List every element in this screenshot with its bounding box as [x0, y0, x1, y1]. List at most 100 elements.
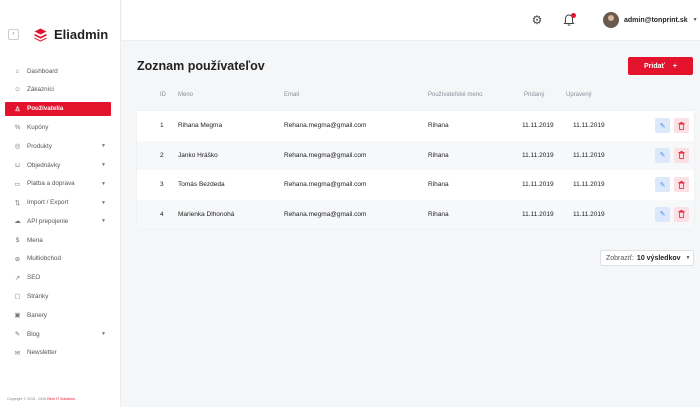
- dashboard-icon: ⌂: [15, 67, 20, 75]
- globe-icon: ⊕: [14, 255, 21, 263]
- cell-username: Rihana: [428, 181, 449, 188]
- sidebar-item-mail[interactable]: ✉ Newsletter: [0, 346, 121, 360]
- card-icon: ▭: [14, 180, 21, 188]
- cell-email: Rehana.megma@gmail.com: [284, 151, 367, 159]
- cell-id: 3: [160, 181, 164, 188]
- import-export-icon: ⇅: [14, 199, 21, 207]
- chevron-down-icon: ▼: [101, 162, 106, 168]
- pager-value: 10 výsledkov: [636, 254, 681, 262]
- column-upraveny[interactable]: Upravený: [566, 92, 592, 98]
- user-menu[interactable]: admin@tonprint.sk ▼: [603, 12, 698, 28]
- sidebar-collapse-button[interactable]: ‹: [8, 28, 19, 40]
- image-icon: ▣: [14, 312, 21, 320]
- bell-icon[interactable]: [562, 13, 576, 27]
- sidebar-item-globe[interactable]: ⊕ Multiobchod: [0, 252, 121, 266]
- chevron-down-icon: ▼: [685, 255, 691, 261]
- avatar: [603, 12, 619, 28]
- page-icon: ▢: [14, 293, 21, 301]
- table-header: ID Meno Email Používateľské meno Pridaný…: [137, 88, 694, 104]
- sidebar-item-label: Zákazníci: [27, 86, 54, 94]
- trash-icon[interactable]: [674, 118, 689, 133]
- copyright: Copyright © 2018 - 2026 Elixir IT Soluti…: [7, 397, 75, 401]
- sidebar-item-label: Mena: [27, 236, 43, 244]
- sidebar-item-label: Blog: [27, 330, 40, 338]
- sidebar-item-label: Používatelia: [27, 105, 64, 113]
- sidebar-item-box[interactable]: ◎ Produkty ▼: [0, 139, 121, 153]
- column-id[interactable]: ID: [160, 92, 166, 98]
- cell-added: 11.11.2019: [522, 122, 554, 129]
- sidebar-item-label: Platba a doprava: [27, 180, 75, 188]
- trash-icon[interactable]: [674, 177, 689, 192]
- add-user-button[interactable]: Pridať +: [628, 57, 693, 75]
- sidebar-item-image[interactable]: ▣ Banery: [0, 308, 121, 322]
- table-row[interactable]: 1 Rihana Megma Rehana.megma@gmail.com Rihan…: [137, 111, 694, 140]
- topbar: ⚙ admin@tonprint.sk ▼: [122, 0, 700, 41]
- cart-icon: ⊔: [14, 162, 21, 169]
- table-row[interactable]: 2 Janko Hráško Rehana.megma@gmail.com Rihan…: [137, 140, 694, 170]
- pencil-icon[interactable]: ✎: [655, 177, 670, 192]
- sidebar-item-dashboard[interactable]: ⌂ Dashboard: [0, 64, 121, 78]
- brand-name: Eliadmin: [54, 26, 109, 42]
- cell-updated: 11.11.2019: [573, 210, 605, 218]
- cell-username: Rihana: [428, 151, 449, 159]
- trash-icon[interactable]: [674, 206, 689, 222]
- notification-badge: [571, 13, 576, 18]
- trash-icon[interactable]: [674, 147, 689, 163]
- sidebar-item-trend[interactable]: ↗ SEO: [0, 271, 121, 285]
- cell-added: 11.11.2019: [522, 210, 554, 218]
- copyright-text: Copyright © 2018 - 2026: [7, 397, 48, 401]
- cell-name: Tomás Bezdeda: [178, 181, 225, 188]
- column-meno[interactable]: Meno: [178, 92, 193, 98]
- pencil-icon[interactable]: ✎: [655, 206, 670, 222]
- cell-updated: 11.11.2019: [573, 181, 605, 188]
- plus-icon: +: [672, 62, 677, 70]
- sidebar-item-label: Produkty: [27, 142, 52, 150]
- sidebar-item-card[interactable]: ▭ Platba a doprava ▼: [0, 177, 121, 191]
- sidebar-item-page[interactable]: ▢ Stránky: [0, 289, 121, 303]
- chevron-down-icon: ▼: [692, 17, 698, 23]
- page-size-select[interactable]: Zobraziť: 10 výsledkov ▼: [600, 250, 694, 266]
- copyright-link[interactable]: Elixir IT Solutions: [47, 397, 75, 401]
- cell-username: Rihana: [428, 210, 449, 218]
- sidebar-item-label: Banery: [27, 311, 47, 319]
- brand-logo-icon: [34, 28, 47, 42]
- column-email[interactable]: Email: [284, 92, 299, 98]
- chevron-down-icon: ▼: [101, 199, 106, 206]
- column-pridany[interactable]: Pridaný: [524, 92, 544, 98]
- chevron-left-icon: ‹: [12, 31, 15, 37]
- cell-added: 11.11.2019: [522, 151, 554, 159]
- pencil-icon[interactable]: ✎: [655, 118, 670, 133]
- sidebar-item-dollar[interactable]: $ Mena: [0, 233, 121, 247]
- sidebar-item-cloud[interactable]: ☁ API prepojenie ▼: [0, 214, 121, 228]
- table-row[interactable]: 3 Tomás Bezdeda Rehana.megma@gmail.com Riha…: [137, 170, 694, 199]
- sidebar-item-label: Stránky: [27, 292, 49, 300]
- cell-name: Marienka Dlhonohá: [178, 210, 235, 218]
- cell-email: Rehana.megma@gmail.com: [284, 122, 367, 129]
- sidebar-item-pen[interactable]: ✎ Blog ▼: [0, 327, 121, 341]
- sidebar-item-customers[interactable]: ☺ Zákazníci: [0, 83, 121, 97]
- cell-id: 1: [160, 122, 164, 129]
- cell-id: 2: [160, 151, 164, 159]
- cell-email: Rehana.megma@gmail.com: [284, 210, 367, 218]
- customers-icon: ☺: [14, 86, 21, 94]
- table-row[interactable]: 4 Marienka Dlhonohá Rehana.megma@gmail.com…: [137, 199, 694, 229]
- sidebar-item-label: SEO: [27, 274, 41, 282]
- cell-added: 11.11.2019: [522, 181, 554, 188]
- sidebar-item-user[interactable]: ♙ Používatelia: [5, 101, 111, 116]
- page-title: Zoznam používateľov: [137, 59, 265, 73]
- column-username[interactable]: Používateľské meno: [428, 92, 482, 98]
- gear-icon[interactable]: ⚙: [530, 13, 544, 27]
- brand: ‹ Eliadmin: [8, 24, 108, 44]
- chevron-down-icon: ▼: [101, 218, 106, 225]
- sidebar-item-import-export[interactable]: ⇅ Import / Export ▼: [0, 195, 121, 209]
- chevron-down-icon: ▼: [101, 180, 106, 187]
- user-name: admin@tonprint.sk: [624, 16, 688, 24]
- pencil-icon[interactable]: ✎: [655, 147, 670, 163]
- cell-updated: 11.11.2019: [573, 122, 605, 129]
- box-icon: ◎: [14, 143, 21, 151]
- add-button-label: Pridať: [644, 62, 665, 70]
- sidebar-nav: ⌂ Dashboard ☺ Zákazníci ♙ Používatelia % Kupóny…: [0, 64, 121, 365]
- sidebar-item-percent[interactable]: % Kupóny: [0, 120, 121, 134]
- sidebar-item-label: API prepojenie: [27, 217, 69, 225]
- sidebar-item-cart[interactable]: ⊔ Objednávky ▼: [0, 158, 121, 172]
